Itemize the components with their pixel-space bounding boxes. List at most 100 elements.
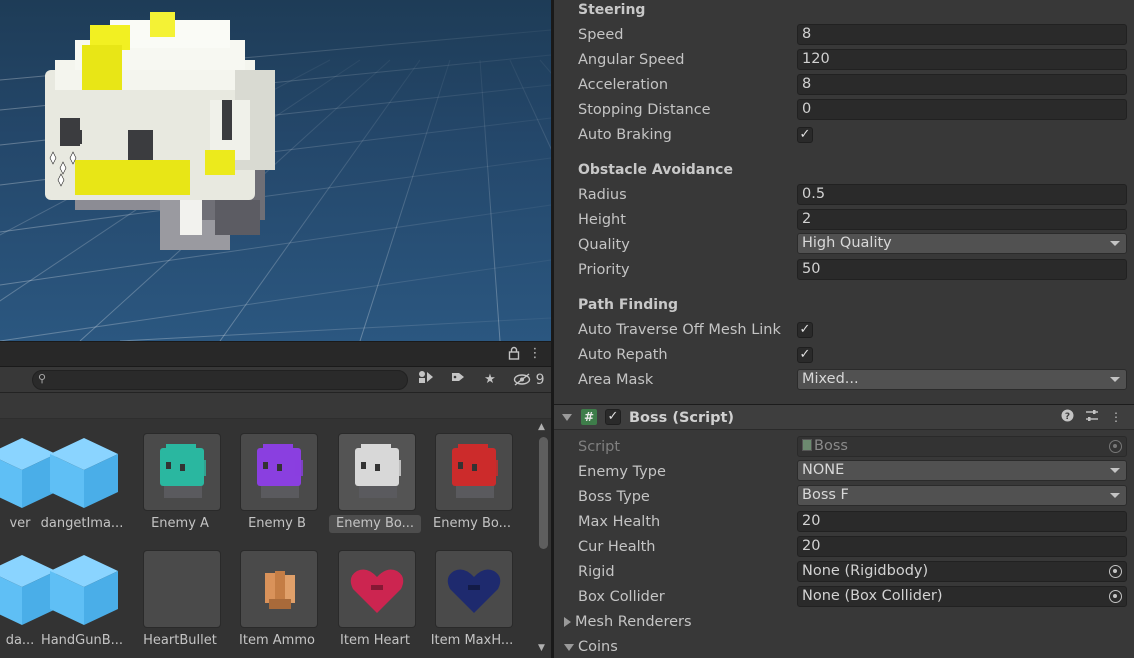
box-collider-value: None (Box Collider) [802, 588, 943, 604]
height-field[interactable]: 2 [797, 209, 1127, 230]
enemy-prefab-icon [160, 444, 206, 498]
auto-traverse-label: Auto Traverse Off Mesh Link [578, 322, 781, 338]
scroll-up-icon[interactable]: ▲ [538, 422, 545, 432]
favorites-star-icon[interactable]: ★ [480, 370, 500, 390]
search-input[interactable] [53, 372, 403, 388]
box-collider-field[interactable]: None (Box Collider) [797, 586, 1127, 607]
project-toolbar: ⚲ ★ 9 [0, 367, 551, 393]
prefab-cube-icon [50, 555, 118, 625]
speed-field[interactable]: 8 [797, 24, 1127, 45]
hidden-packages-toggle[interactable]: 9 [512, 370, 546, 390]
scene-grid [0, 12, 551, 341]
kebab-menu-icon[interactable]: ⋮ [527, 346, 543, 362]
height-label: Height [578, 212, 626, 228]
angular-speed-label: Angular Speed [578, 52, 685, 68]
asset-item[interactable]: Enemy Bo... [432, 434, 512, 544]
asset-item[interactable]: HeartBullet [140, 551, 220, 658]
asset-thumbnail [144, 551, 220, 627]
filter-by-label-icon[interactable] [448, 370, 468, 390]
boss-type-dropdown[interactable]: Boss F [797, 485, 1127, 506]
asset-item[interactable]: Item Heart [335, 551, 415, 658]
chevron-down-icon [1110, 493, 1120, 498]
asset-item[interactable]: Enemy Bo... [329, 434, 421, 544]
coins-label: Coins [578, 639, 618, 655]
asset-label: HandGunB... [40, 633, 124, 648]
enemy-type-dropdown[interactable]: NONE [797, 460, 1127, 481]
object-picker-icon[interactable] [1109, 590, 1122, 603]
priority-field[interactable]: 50 [797, 259, 1127, 280]
area-mask-dropdown[interactable]: Mixed... [797, 369, 1127, 390]
heart-item-icon [447, 569, 501, 613]
object-picker-icon[interactable] [1109, 565, 1122, 578]
auto-braking-checkbox[interactable]: ✓ [797, 127, 813, 143]
auto-traverse-checkbox[interactable]: ✓ [797, 322, 813, 338]
project-panel: ⋮ ⚲ ★ 9 ver dangetIma... Enemy A Enemy B Ene… [0, 341, 551, 658]
asset-label: Item Heart [340, 633, 410, 648]
area-mask-value: Mixed... [802, 371, 859, 387]
enemy-type-value: NONE [802, 462, 845, 478]
max-health-field[interactable]: 20 [797, 511, 1127, 532]
boss-model[interactable] [45, 12, 275, 250]
lock-icon[interactable] [506, 346, 522, 362]
rigid-field[interactable]: None (Rigidbody) [797, 561, 1127, 582]
enemy-type-label: Enemy Type [578, 464, 666, 480]
chevron-down-icon [1110, 377, 1120, 382]
coins-foldout[interactable]: Coins [564, 637, 618, 657]
boss-type-value: Boss F [802, 487, 849, 503]
scene-view[interactable] [0, 0, 551, 341]
asset-label: Enemy A [151, 516, 209, 531]
auto-repath-label: Auto Repath [578, 347, 668, 363]
boss-script-component-header[interactable]: # ✓ Boss (Script) ? ⋮ [554, 404, 1134, 430]
search-icon: ⚲ [38, 372, 47, 385]
hidden-count: 9 [535, 372, 545, 388]
foldout-arrow-icon[interactable] [562, 414, 572, 421]
cur-health-field[interactable]: 20 [797, 536, 1127, 557]
enemy-prefab-icon [452, 444, 498, 498]
acceleration-field[interactable]: 8 [797, 74, 1127, 95]
asset-thumbnail [241, 434, 317, 510]
search-field[interactable]: ⚲ [32, 370, 408, 390]
asset-thumbnail [46, 551, 122, 627]
asset-item[interactable]: HandGunB... [41, 551, 123, 658]
asset-item[interactable]: Item MaxH... [431, 551, 513, 658]
help-icon[interactable]: ? [1059, 409, 1075, 425]
asset-grid: ver dangetIma... Enemy A Enemy B Enemy Bo...… [0, 419, 536, 658]
quality-value: High Quality [802, 235, 892, 251]
asset-label: Enemy Bo... [433, 516, 511, 531]
rigid-value: None (Rigidbody) [802, 563, 929, 579]
asset-item[interactable]: Enemy A [140, 434, 220, 544]
svg-text:?: ? [1064, 412, 1069, 422]
asset-item[interactable]: Item Ammo [237, 551, 317, 658]
asset-label: Item MaxH... [430, 633, 514, 648]
asset-item[interactable]: Enemy B [237, 434, 317, 544]
component-enabled-checkbox[interactable]: ✓ [605, 409, 621, 425]
chevron-right-icon [564, 617, 571, 627]
radius-field[interactable]: 0.5 [797, 184, 1127, 205]
script-file-icon [802, 439, 812, 451]
asset-item[interactable]: dangetIma... [41, 434, 123, 544]
chevron-down-icon [1110, 241, 1120, 246]
auto-repath-checkbox[interactable]: ✓ [797, 347, 813, 363]
asset-thumbnail [436, 434, 512, 510]
asset-grid-scrollbar[interactable]: ▲ ▼ [536, 419, 551, 658]
stopping-distance-field[interactable]: 0 [797, 99, 1127, 120]
asset-label: Enemy Bo... [329, 515, 421, 533]
component-title: Boss (Script) [629, 410, 735, 426]
cur-health-label: Cur Health [578, 539, 656, 555]
scrollbar-thumb[interactable] [539, 437, 548, 549]
asset-label: Item Ammo [239, 633, 315, 648]
filter-by-type-icon[interactable] [416, 370, 436, 390]
mesh-renderers-foldout[interactable]: Mesh Renderers [564, 612, 692, 632]
kebab-menu-icon[interactable]: ⋮ [1108, 409, 1124, 425]
scroll-down-icon[interactable]: ▼ [538, 643, 545, 653]
inspector-panel: Steering Speed 8 Angular Speed 120 Accel… [554, 0, 1134, 658]
ammo-item-icon [265, 571, 295, 609]
chevron-down-icon [1110, 468, 1120, 473]
section-title-path-finding: Path Finding [578, 297, 679, 313]
preset-sliders-icon[interactable] [1084, 409, 1100, 425]
section-title-steering: Steering [578, 2, 646, 18]
project-panel-header: ⋮ [0, 341, 551, 367]
angular-speed-field[interactable]: 120 [797, 49, 1127, 70]
quality-dropdown[interactable]: High Quality [797, 233, 1127, 254]
enemy-prefab-icon [257, 444, 303, 498]
